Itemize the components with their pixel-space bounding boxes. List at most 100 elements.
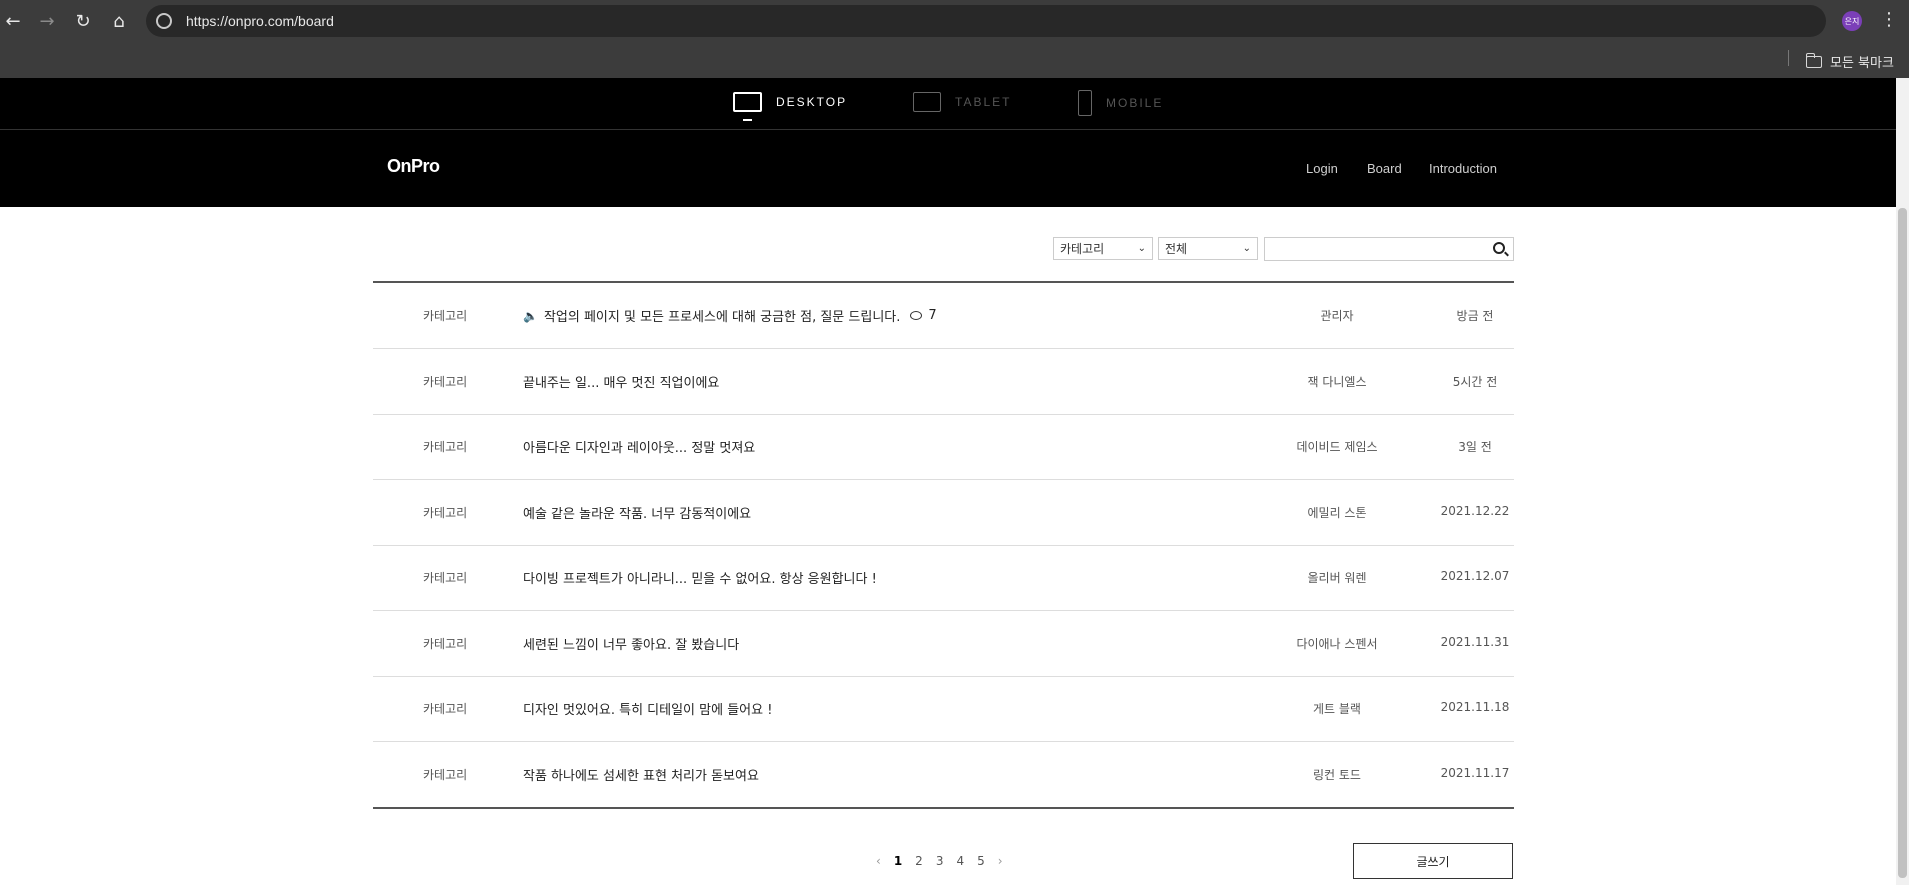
- page-2[interactable]: 2: [915, 854, 923, 868]
- post-category: 카테고리: [423, 309, 468, 323]
- device-switch-bar: DESKTOP TABLET MOBILE: [0, 78, 1896, 130]
- page-5[interactable]: 5: [977, 854, 985, 868]
- post-title-link[interactable]: 아름다운 디자인과 레이아웃... 정말 멋져요: [523, 437, 755, 456]
- nav-introduction[interactable]: Introduction: [1429, 161, 1497, 176]
- back-icon[interactable]: ←: [0, 8, 26, 34]
- post-title-text: 작업의 페이지 및 모든 프로세스에 대해 궁금한 점, 질문 드립니다.: [543, 310, 901, 325]
- tablet-icon: [913, 92, 941, 112]
- post-author: 잭 다니엘스: [1307, 374, 1367, 389]
- post-title-link[interactable]: 🔈 작업의 페이지 및 모든 프로세스에 대해 궁금한 점, 질문 드립니다. 7: [523, 306, 937, 325]
- bookmarks-divider: [1788, 50, 1789, 66]
- post-category: 카테고리: [423, 571, 468, 585]
- post-title-text: 끝내주는 일... 매우 멋진 직업이에요: [523, 375, 720, 391]
- forward-icon[interactable]: →: [34, 8, 60, 34]
- all-bookmarks-label: 모든 북마크: [1830, 56, 1894, 71]
- scope-select-value: 전체: [1165, 242, 1188, 256]
- chevron-down-icon: ⌄: [1242, 243, 1251, 254]
- site-logo[interactable]: OnPro: [387, 156, 440, 177]
- post-date: 5시간 전: [1452, 374, 1498, 389]
- post-title-text: 아름다운 디자인과 레이아웃... 정말 멋져요: [523, 441, 756, 456]
- page-scrollbar[interactable]: [1896, 78, 1909, 885]
- table-row[interactable]: 카테고리 디자인 멋있어요. 특히 디테일이 맘에 들어요 ! 게트 블랙 2021.…: [373, 676, 1514, 742]
- nav-board[interactable]: Board: [1367, 161, 1402, 176]
- post-title-link[interactable]: 예술 같은 놀라운 작품. 너무 감동적이에요: [523, 503, 751, 522]
- post-author: 게트 블랙: [1313, 702, 1361, 716]
- mobile-icon: [1078, 90, 1092, 116]
- table-row[interactable]: 카테고리 아름다운 디자인과 레이아웃... 정말 멋져요 데이비드 제임스 3일 전: [373, 414, 1514, 480]
- speaker-icon: 🔈: [523, 308, 538, 323]
- bookmarks-bar: 모든 북마크: [0, 42, 1909, 78]
- post-author: 관리자: [1320, 309, 1354, 323]
- table-row[interactable]: 카테고리 작품 하나에도 섬세한 표현 처리가 돋보여요 링컨 토드 2021.11.…: [373, 742, 1514, 808]
- post-author: 링컨 토드: [1313, 767, 1361, 782]
- post-date: 3일 전: [1458, 440, 1492, 454]
- post-author: 에밀리 스톤: [1307, 505, 1367, 520]
- device-mobile[interactable]: MOBILE: [1078, 90, 1163, 116]
- device-tablet[interactable]: TABLET: [913, 92, 1011, 112]
- category-select-value: 카테고리: [1060, 242, 1105, 256]
- post-title-text: 세련된 느낌이 너무 좋아요. 잘 봤습니다: [523, 637, 740, 653]
- table-row[interactable]: 카테고리 다이빙 프로젝트가 아니라니... 믿을 수 없어요. 항상 응원합니다…: [373, 545, 1514, 611]
- device-mobile-label: MOBILE: [1106, 96, 1164, 110]
- post-title-link[interactable]: 끝내주는 일... 매우 멋진 직업이에요: [523, 372, 719, 391]
- next-page-button[interactable]: ›: [998, 854, 1003, 868]
- post-date: 2021.11.18: [1440, 700, 1510, 714]
- post-date: 방금 전: [1456, 309, 1494, 323]
- address-bar[interactable]: https://onpro.com/board: [146, 5, 1826, 37]
- table-row[interactable]: 카테고리 끝내주는 일... 매우 멋진 직업이에요 잭 다니엘스 5시간 전: [373, 349, 1514, 415]
- device-desktop-label: DESKTOP: [776, 95, 848, 109]
- post-category: 카테고리: [423, 374, 468, 389]
- post-category: 카테고리: [423, 702, 468, 716]
- site-header: OnPro Login Board Introduction: [0, 130, 1896, 207]
- table-row[interactable]: 카테고리 🔈 작업의 페이지 및 모든 프로세스에 대해 궁금한 점, 질문 드립니…: [373, 283, 1514, 349]
- write-button[interactable]: 글쓰기: [1353, 843, 1513, 879]
- post-date: 2021.12.07: [1440, 569, 1510, 583]
- device-desktop[interactable]: DESKTOP: [733, 92, 848, 121]
- board-bottom-border: [373, 807, 1514, 809]
- post-title-text: 다이빙 프로젝트가 아니라니... 믿을 수 없어요. 항상 응원합니다 !: [523, 572, 877, 587]
- desktop-icon: [733, 92, 762, 121]
- category-select[interactable]: 카테고리 ⌄: [1053, 237, 1153, 260]
- browser-toolbar: ← → ↻ ⌂ https://onpro.com/board 은지 ⋮: [0, 0, 1909, 42]
- chevron-down-icon: ⌄: [1137, 243, 1146, 254]
- post-category: 카테고리: [423, 636, 468, 651]
- post-category: 카테고리: [423, 505, 468, 520]
- post-category: 카테고리: [423, 767, 468, 782]
- post-title-link[interactable]: 작품 하나에도 섬세한 표현 처리가 돋보여요: [523, 765, 759, 784]
- comment-count: 7: [928, 308, 937, 323]
- table-row[interactable]: 카테고리 예술 같은 놀라운 작품. 너무 감동적이에요 에밀리 스톤 2021.12…: [373, 480, 1514, 546]
- post-author: 올리버 워렌: [1307, 571, 1367, 585]
- prev-page-button[interactable]: ‹: [876, 854, 881, 868]
- nav-login[interactable]: Login: [1306, 161, 1338, 176]
- url-text[interactable]: https://onpro.com/board: [186, 13, 334, 29]
- reload-icon[interactable]: ↻: [70, 8, 96, 34]
- post-title-text: 작품 하나에도 섬세한 표현 처리가 돋보여요: [523, 768, 759, 784]
- post-title-text: 예술 같은 놀라운 작품. 너무 감동적이에요: [523, 506, 752, 522]
- page-3[interactable]: 3: [936, 854, 944, 868]
- folder-icon: [1805, 52, 1822, 68]
- browser-menu-icon[interactable]: ⋮: [1880, 9, 1898, 31]
- pagination: ‹ 1 2 3 4 5 ›: [876, 854, 1003, 868]
- post-author: 데이비드 제임스: [1296, 440, 1378, 454]
- post-author: 다이애나 스펜서: [1296, 636, 1378, 651]
- comment-icon: [910, 311, 923, 320]
- search-input[interactable]: [1264, 237, 1514, 261]
- table-row[interactable]: 카테고리 세련된 느낌이 너무 좋아요. 잘 봤습니다 다이애나 스펜서 2021.1…: [373, 611, 1514, 677]
- scrollbar-thumb[interactable]: [1898, 208, 1907, 878]
- search-icon[interactable]: [1493, 242, 1505, 254]
- post-title-link[interactable]: 세련된 느낌이 너무 좋아요. 잘 봤습니다: [523, 634, 739, 653]
- profile-avatar[interactable]: 은지: [1842, 11, 1862, 31]
- post-date: 2021.11.31: [1440, 634, 1510, 649]
- post-title-link[interactable]: 디자인 멋있어요. 특히 디테일이 맘에 들어요 !: [523, 699, 772, 718]
- all-bookmarks-button[interactable]: 모든 북마크: [1805, 52, 1894, 71]
- home-icon[interactable]: ⌂: [106, 8, 132, 34]
- device-tablet-label: TABLET: [955, 95, 1012, 109]
- post-date: 2021.11.17: [1440, 765, 1510, 780]
- page-1[interactable]: 1: [894, 854, 902, 868]
- page-4[interactable]: 4: [956, 854, 964, 868]
- post-title-text: 디자인 멋있어요. 특히 디테일이 맘에 들어요 !: [523, 703, 773, 718]
- post-category: 카테고리: [423, 440, 468, 454]
- scope-select[interactable]: 전체 ⌄: [1158, 237, 1258, 260]
- post-title-link[interactable]: 다이빙 프로젝트가 아니라니... 믿을 수 없어요. 항상 응원합니다 !: [523, 568, 877, 587]
- site-info-icon[interactable]: [156, 13, 172, 29]
